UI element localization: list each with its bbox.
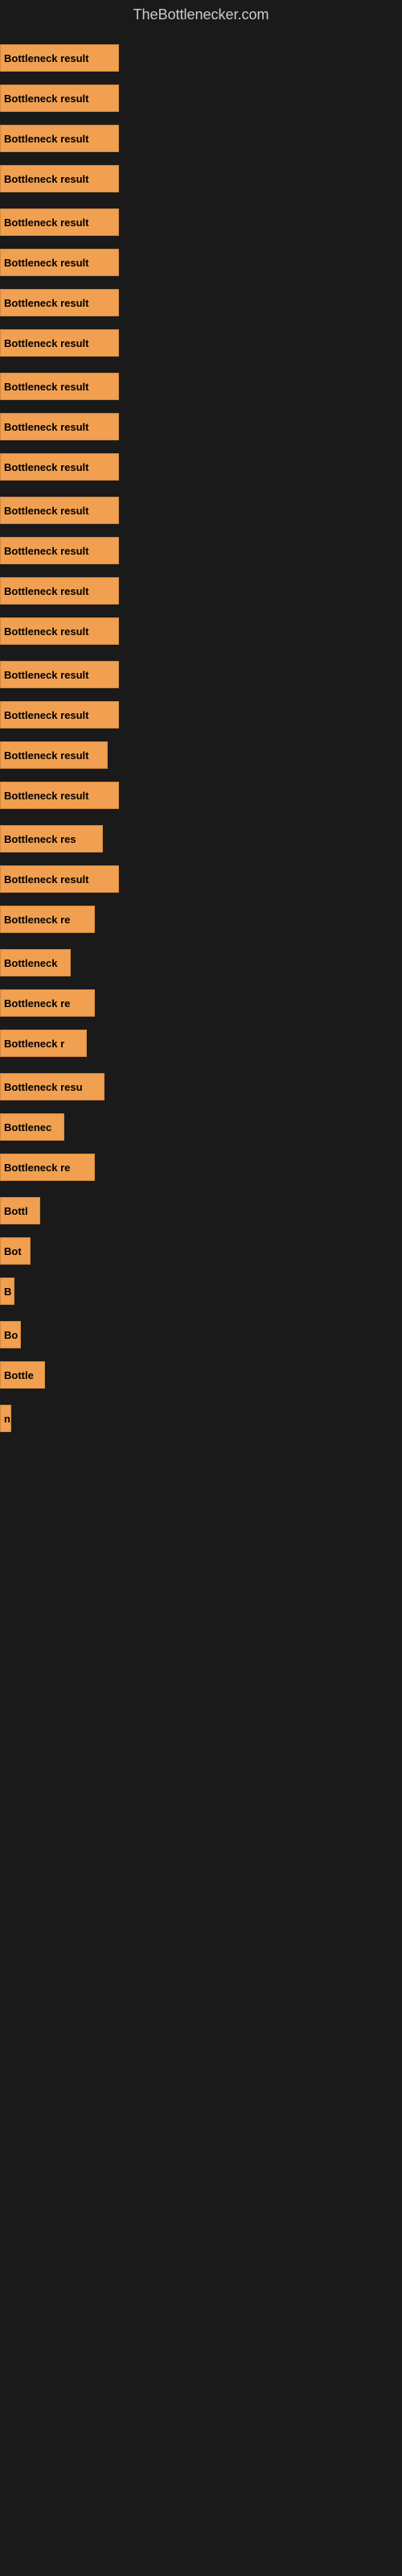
bar-label-27: Bottleneck re [4,1162,70,1174]
bar-label-2: Bottleneck result [4,133,88,145]
bar-item-32: Bottle [0,1361,45,1389]
bar-label-21: Bottleneck re [4,914,70,926]
bar-label-5: Bottleneck result [4,257,88,269]
bar-item-31: Bo [0,1321,21,1348]
bar-label-6: Bottleneck result [4,297,88,309]
chart-area: Bottleneck result Bottleneck result Bottle… [0,30,402,2549]
bar-label-24: Bottleneck r [4,1038,64,1050]
bar-item-21: Bottleneck re [0,906,95,933]
bar-item-23: Bottleneck re [0,989,95,1017]
bar-label-25: Bottleneck resu [4,1081,83,1093]
bar-label-3: Bottleneck result [4,173,88,185]
bar-item-33: n [0,1405,11,1432]
bar-label-16: Bottleneck result [4,709,88,721]
bar-label-28: Bottl [4,1205,28,1217]
bar-item-2: Bottleneck result [0,125,119,152]
bar-label-12: Bottleneck result [4,545,88,557]
bar-item-10: Bottleneck result [0,453,119,481]
bar-item-24: Bottleneck r [0,1030,87,1057]
bar-item-30: B [0,1278,14,1305]
bar-item-8: Bottleneck result [0,373,119,400]
bar-label-14: Bottleneck result [4,625,88,638]
bar-item-17: Bottleneck result [0,741,108,769]
bar-label-7: Bottleneck result [4,337,88,349]
bar-item-3: Bottleneck result [0,165,119,192]
bar-label-23: Bottleneck re [4,997,70,1009]
bar-item-4: Bottleneck result [0,208,119,236]
bar-item-20: Bottleneck result [0,865,119,893]
bar-item-5: Bottleneck result [0,249,119,276]
bar-label-19: Bottleneck res [4,833,76,845]
bar-label-32: Bottle [4,1369,34,1381]
bar-item-12: Bottleneck result [0,537,119,564]
bar-item-11: Bottleneck result [0,497,119,524]
bar-item-9: Bottleneck result [0,413,119,440]
bar-label-20: Bottleneck result [4,873,88,886]
bar-item-14: Bottleneck result [0,617,119,645]
bar-item-0: Bottleneck result [0,44,119,72]
bar-item-18: Bottleneck result [0,782,119,809]
bar-label-17: Bottleneck result [4,749,88,762]
bar-item-13: Bottleneck result [0,577,119,605]
bar-item-16: Bottleneck result [0,701,119,729]
bar-label-4: Bottleneck result [4,217,88,229]
bar-label-18: Bottleneck result [4,790,88,802]
bar-item-22: Bottleneck [0,949,71,976]
bar-item-7: Bottleneck result [0,329,119,357]
bar-item-15: Bottleneck result [0,661,119,688]
bar-label-26: Bottlenec [4,1121,51,1133]
bar-label-29: Bot [4,1245,22,1257]
bar-item-28: Bottl [0,1197,40,1224]
bar-item-6: Bottleneck result [0,289,119,316]
bar-label-0: Bottleneck result [4,52,88,64]
bar-item-19: Bottleneck res [0,825,103,852]
bar-item-25: Bottleneck resu [0,1073,105,1100]
bar-item-26: Bottlenec [0,1113,64,1141]
bar-label-11: Bottleneck result [4,505,88,517]
bar-item-29: Bot [0,1237,31,1265]
bar-label-33: n [4,1413,10,1425]
bar-label-22: Bottleneck [4,957,57,969]
bar-label-10: Bottleneck result [4,461,88,473]
site-title: TheBottlenecker.com [0,0,402,30]
bar-label-8: Bottleneck result [4,381,88,393]
bar-label-30: B [4,1286,11,1298]
bar-label-13: Bottleneck result [4,585,88,597]
bar-item-1: Bottleneck result [0,85,119,112]
bar-label-15: Bottleneck result [4,669,88,681]
title-text: TheBottlenecker.com [133,6,269,23]
bar-label-1: Bottleneck result [4,93,88,105]
bar-label-9: Bottleneck result [4,421,88,433]
bar-item-27: Bottleneck re [0,1154,95,1181]
bar-label-31: Bo [4,1329,18,1341]
